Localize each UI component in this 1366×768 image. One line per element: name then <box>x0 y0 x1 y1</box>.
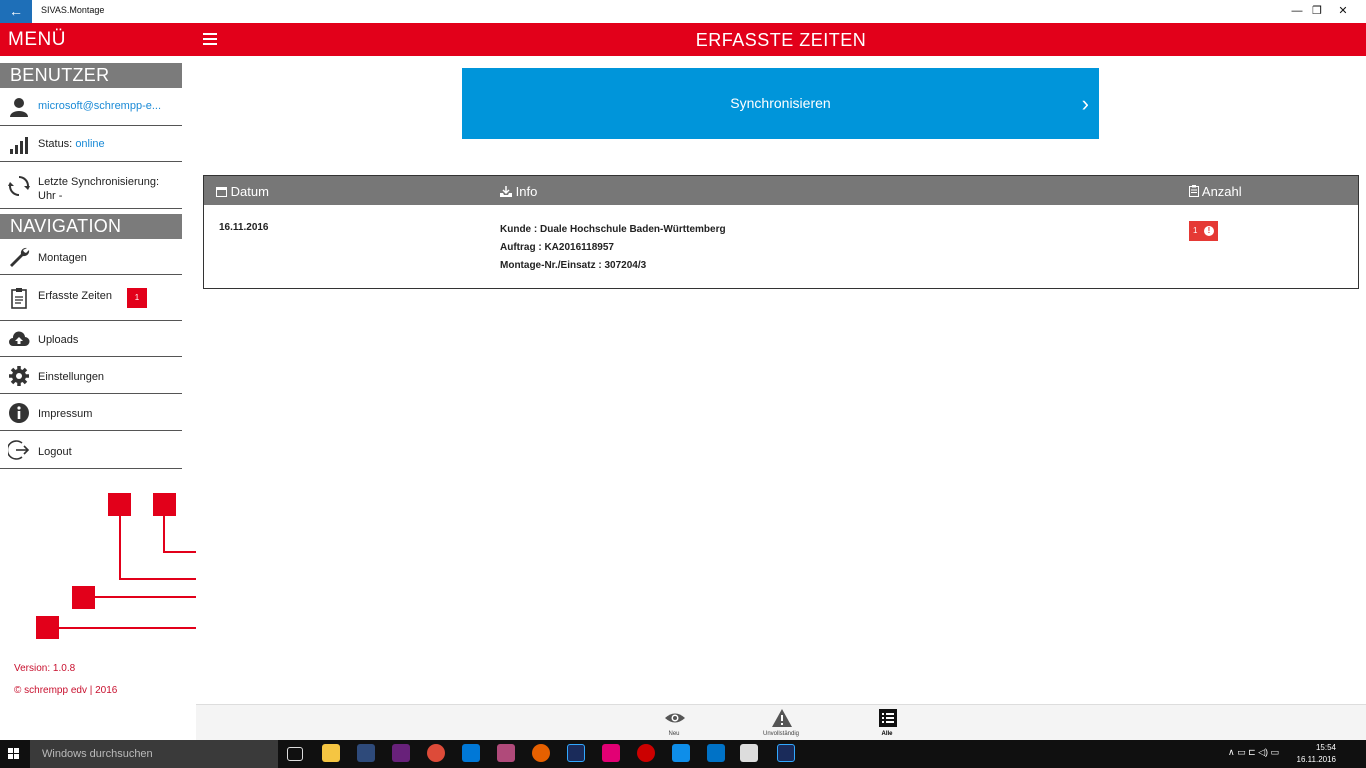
synchronize-button[interactable]: Synchronisieren › <box>462 68 1099 139</box>
title-bar: ← SIVAS.Montage — ❐ ✕ <box>0 0 1366 23</box>
filter-neu-label: Neu <box>668 731 680 737</box>
nav-item-logout[interactable]: Logout <box>0 431 182 469</box>
signal-icon <box>10 137 28 154</box>
windows-taskbar: Windows durchsuchen ∧ ▭ ⊏ ◁) ▭ 15:54 16.… <box>0 740 1366 768</box>
version-text: Version: 1.0.8 <box>14 663 76 674</box>
sidebar: BENUTZER microsoft@schrempp-e... Status:… <box>0 56 196 740</box>
nav-label: Logout <box>38 446 72 458</box>
filter-alle-label: Alle <box>881 731 893 737</box>
nav-label: Uploads <box>38 334 79 346</box>
list-icon <box>879 709 897 727</box>
photoshop-icon[interactable] <box>567 744 585 762</box>
nav-item-uploads[interactable]: Uploads <box>0 321 182 357</box>
app-icon[interactable] <box>637 744 655 762</box>
schrempp-logo <box>36 493 196 639</box>
filter-unvollstaendig-label: Unvollständig <box>762 731 800 737</box>
calendar-icon <box>216 187 227 197</box>
photoshop-icon[interactable] <box>777 744 795 762</box>
sync-value: Uhr - <box>38 190 63 202</box>
outlook-icon[interactable] <box>707 744 725 762</box>
clipboard-small-icon <box>1189 185 1199 197</box>
warning-icon <box>772 709 792 727</box>
column-anzahl: Anzahl <box>1189 184 1242 199</box>
nav-item-montagen[interactable]: Montagen <box>0 239 182 275</box>
user-email[interactable]: microsoft@schrempp-e... <box>38 100 161 112</box>
inbox-download-icon <box>500 186 512 197</box>
row-kunde: Kunde : Duale Hochschule Baden-Württembe… <box>500 224 726 235</box>
sync-label: Letzte Synchronisierung: <box>38 176 160 188</box>
column-datum: Datum <box>216 184 269 199</box>
status-label: Status: <box>38 138 73 150</box>
close-button[interactable]: ✕ <box>1320 0 1366 23</box>
table-header: Datum Info Anzahl <box>204 176 1358 205</box>
chevron-right-icon: › <box>1081 91 1089 116</box>
nav-label: Impressum <box>38 408 93 420</box>
menu-title: MENÜ <box>8 29 66 50</box>
info-icon <box>9 403 29 423</box>
nav-item-erfasste-zeiten[interactable]: Erfasste Zeiten 1 <box>0 275 182 321</box>
window-title: SIVAS.Montage <box>41 5 105 15</box>
anzahl-badge[interactable]: 1 ! <box>1189 221 1218 241</box>
edge-icon[interactable] <box>462 744 480 762</box>
copyright-text: © schrempp edv | 2016 <box>14 685 118 696</box>
nav-item-impressum[interactable]: Impressum <box>0 394 182 431</box>
status-row: Status: online <box>0 126 182 162</box>
anzahl-count: 1 <box>1193 226 1198 235</box>
clipboard-icon <box>11 288 27 309</box>
navigation-heading: NAVIGATION <box>0 214 182 239</box>
nav-label: Einstellungen <box>38 371 105 383</box>
windows-start-icon[interactable] <box>0 740 28 768</box>
windows-search-box[interactable]: Windows durchsuchen <box>30 740 278 768</box>
nav-item-einstellungen[interactable]: Einstellungen <box>0 357 182 394</box>
app-header: MENÜ ERFASSTE ZEITEN <box>0 23 1366 56</box>
alert-icon: ! <box>1204 226 1214 236</box>
user-icon <box>10 98 28 117</box>
wrench-icon <box>10 247 30 267</box>
gear-icon <box>9 366 29 386</box>
visual-studio-icon[interactable] <box>392 744 410 762</box>
firefox-icon[interactable] <box>532 744 550 762</box>
times-table: Datum Info Anzahl 16.11.2016 Kunde : Dua… <box>203 175 1359 289</box>
row-auftrag: Auftrag : KA2016118957 <box>500 242 614 253</box>
system-tray[interactable]: ∧ ▭ ⊏ ◁) ▭ <box>1228 747 1279 758</box>
status-value: online <box>75 138 105 150</box>
sync-icon <box>8 176 30 196</box>
nav-label: Montagen <box>38 252 87 264</box>
cloud-upload-icon <box>9 331 30 346</box>
page-title: ERFASSTE ZEITEN <box>695 30 867 50</box>
filter-unvollstaendig-button[interactable]: Unvollständig <box>746 705 816 741</box>
file-explorer-icon[interactable] <box>322 744 340 762</box>
clock-time: 15:54 <box>1315 743 1336 752</box>
synchronize-label: Synchronisieren <box>730 95 831 111</box>
filter-neu-button[interactable]: Neu <box>639 705 709 741</box>
back-button[interactable]: ← <box>0 0 32 23</box>
telekom-icon[interactable] <box>602 744 620 762</box>
user-account[interactable]: microsoft@schrempp-e... <box>0 88 182 126</box>
nav-label: Erfasste Zeiten <box>38 290 112 302</box>
benutzer-heading: BENUTZER <box>0 63 182 88</box>
row-info[interactable]: Kunde : Duale Hochschule Baden-Württembe… <box>500 221 726 275</box>
app-icon[interactable] <box>357 744 375 762</box>
column-info: Info <box>500 184 537 199</box>
filter-alle-button[interactable]: Alle <box>852 705 922 741</box>
clock[interactable]: 15:54 16.11.2016 <box>1297 742 1336 766</box>
task-view-icon[interactable] <box>287 747 303 761</box>
logout-icon <box>8 440 30 460</box>
sync-status-row: Letzte Synchronisierung: Uhr - <box>0 162 182 209</box>
row-montage: Montage-Nr./Einsatz : 307204/3 <box>500 260 647 271</box>
eye-icon <box>665 713 685 723</box>
chrome-icon[interactable] <box>427 744 445 762</box>
clock-date: 16.11.2016 <box>1296 755 1336 764</box>
bottom-app-bar: Neu Unvollständig Alle <box>196 704 1366 740</box>
count-badge: 1 <box>127 288 147 308</box>
row-datum: 16.11.2016 <box>219 222 269 233</box>
sivas-app-icon[interactable] <box>740 744 758 762</box>
app-icon[interactable] <box>497 744 515 762</box>
teamviewer-icon[interactable] <box>672 744 690 762</box>
